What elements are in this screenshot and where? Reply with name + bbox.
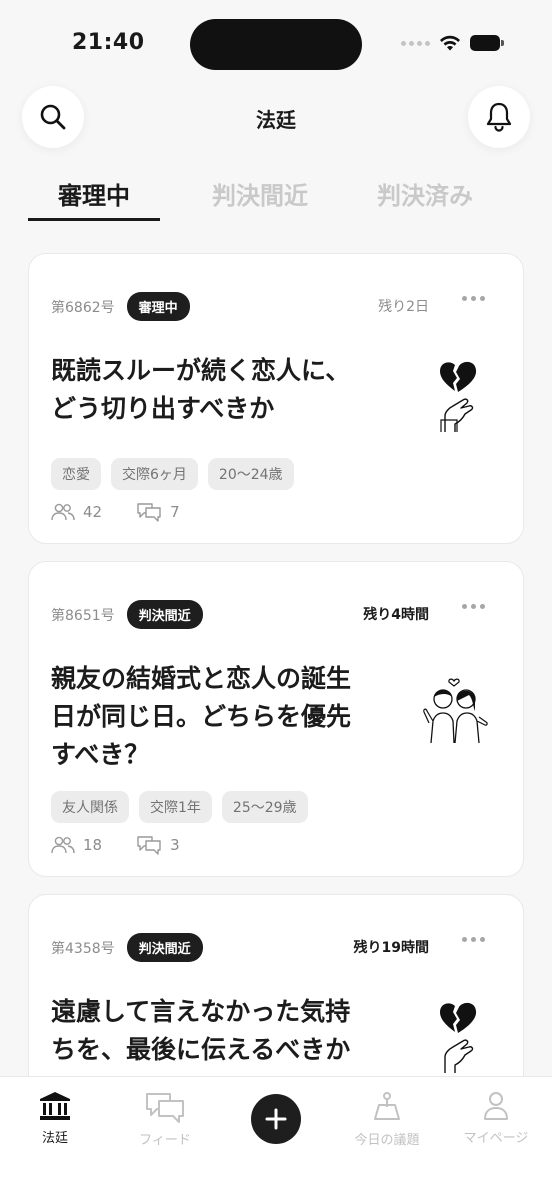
active-tab-indicator	[28, 218, 160, 221]
case-title-line: すべき？	[51, 740, 150, 769]
case-number: 第8651号	[51, 607, 115, 624]
tag-list: 恋愛 交際6ヶ月 20〜24歳	[51, 458, 294, 490]
participants-count: 42	[51, 503, 102, 521]
header: 法廷	[0, 86, 552, 148]
case-title-line: ちを、最後に伝えるべきか	[51, 1035, 351, 1064]
tab-in-trial[interactable]: 審理中	[28, 176, 160, 211]
tag[interactable]: 交際1年	[139, 791, 212, 823]
more-options-icon[interactable]	[462, 296, 485, 301]
time-remaining: 残り4時間	[363, 607, 429, 623]
case-title-line: 日が同じ日。どちらを優先	[51, 702, 352, 731]
comments-value: 7	[170, 503, 180, 521]
comments-count: 7	[136, 502, 180, 522]
battery-icon	[470, 35, 504, 51]
card-header: 第6862号 審理中	[51, 292, 190, 321]
tag[interactable]: 25〜29歳	[221, 791, 308, 823]
status-badge: 判決間近	[126, 600, 203, 629]
plus-icon	[265, 1108, 287, 1130]
comments-value: 3	[170, 836, 180, 854]
case-title: 遠慮して言えなかった気持 ちを、最後に伝えるべきか	[51, 993, 401, 1069]
nav-item-todays-topic[interactable]: 今日の議題	[342, 1091, 432, 1148]
tab-bar: 審理中 判決間近 判決済み	[0, 176, 552, 222]
status-icons	[401, 34, 504, 52]
more-options-icon[interactable]	[462, 604, 485, 609]
case-number: 第4358号	[51, 940, 115, 957]
nav-label: フィード	[139, 1133, 191, 1148]
people-icon	[51, 836, 75, 854]
scale-icon	[374, 1092, 400, 1120]
courthouse-icon	[40, 1092, 70, 1120]
case-card[interactable]: 第8651号 判決間近 残り4時間 親友の結婚式と恋人の誕生 日が同じ日。どちら…	[28, 561, 524, 877]
nav-item-my-page[interactable]: マイページ	[451, 1091, 541, 1146]
status-time: 21:40	[72, 30, 145, 55]
tag[interactable]: 20〜24歳	[207, 458, 294, 490]
comments-count: 3	[136, 835, 180, 855]
card-stats: 42 7	[51, 502, 214, 522]
more-options-icon[interactable]	[462, 937, 485, 942]
status-badge: 判決間近	[126, 933, 203, 962]
nav-item-feed[interactable]: フィード	[120, 1091, 210, 1148]
tag[interactable]: 友人関係	[51, 791, 129, 823]
case-title-line: 親友の結婚式と恋人の誕生	[51, 664, 352, 693]
card-header: 第4358号 判決間近	[51, 933, 203, 962]
chat-bubbles-icon	[137, 836, 161, 855]
cellular-signal-icon	[401, 40, 430, 46]
status-bar: 21:40	[0, 0, 552, 90]
case-card[interactable]: 第6862号 審理中 残り2日 既読スルーが続く恋人に、 どう切り出すべきか 恋…	[28, 253, 524, 544]
participants-count: 18	[51, 836, 102, 854]
dynamic-island	[190, 19, 362, 70]
bell-icon	[486, 102, 512, 132]
notifications-button[interactable]	[468, 86, 530, 148]
card-stats: 18 3	[51, 835, 214, 855]
create-post-button[interactable]	[251, 1094, 301, 1144]
case-title: 親友の結婚式と恋人の誕生 日が同じ日。どちらを優先 すべき？	[51, 660, 401, 774]
time-remaining: 残り19時間	[353, 940, 429, 956]
wifi-icon	[440, 35, 460, 51]
case-number: 第6862号	[51, 299, 115, 316]
case-title: 既読スルーが続く恋人に、 どう切り出すべきか	[51, 352, 401, 428]
people-icon	[51, 503, 75, 521]
couple-icon	[423, 678, 488, 744]
case-card[interactable]: 第4358号 判決間近 残り19時間 遠慮して言えなかった気持 ちを、最後に伝え…	[28, 894, 524, 1094]
nav-label: 法廷	[41, 1131, 68, 1146]
time-remaining: 残り2日	[378, 299, 429, 315]
tab-verdict-soon[interactable]: 判決間近	[194, 176, 326, 211]
tag[interactable]: 恋愛	[51, 458, 101, 490]
participants-value: 18	[83, 836, 103, 854]
person-icon	[484, 1092, 508, 1120]
tag-list: 友人関係 交際1年 25〜29歳	[51, 791, 308, 823]
case-title-line: 遠慮して言えなかった気持	[51, 997, 351, 1026]
chat-bubbles-icon	[137, 503, 161, 522]
nav-item-courtroom[interactable]: 法廷	[10, 1091, 100, 1146]
broken-heart-hand-icon	[440, 1002, 477, 1073]
status-badge: 審理中	[126, 292, 190, 321]
nav-label: マイページ	[463, 1131, 529, 1146]
tag[interactable]: 交際6ヶ月	[111, 458, 198, 490]
card-header: 第8651号 判決間近	[51, 600, 203, 629]
participants-value: 42	[83, 503, 103, 521]
broken-heart-hand-icon	[440, 361, 477, 432]
case-title-line: 既読スルーが続く恋人に、	[51, 356, 351, 385]
bottom-navigation: 法廷 フィード 今日の議題 マイページ	[0, 1076, 552, 1200]
case-title-line: どう切り出すべきか	[51, 394, 275, 423]
tab-verdict-done[interactable]: 判決済み	[359, 176, 491, 211]
nav-label: 今日の議題	[354, 1133, 420, 1148]
chat-bubbles-icon	[146, 1093, 184, 1123]
